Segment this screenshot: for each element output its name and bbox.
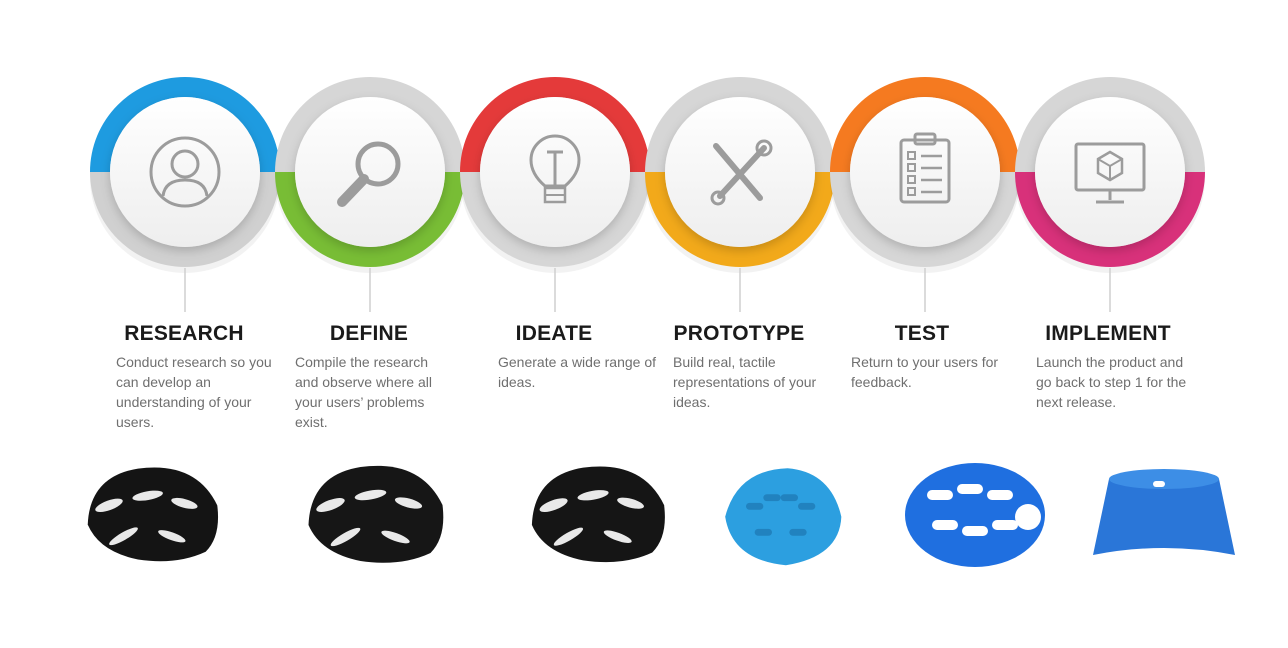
step-title: IDEATE — [515, 322, 593, 345]
step-title: PROTOTYPE — [673, 322, 805, 345]
helmet-photo-6 — [1093, 469, 1235, 555]
step-description: Generate a wide range of ideas. — [498, 354, 656, 390]
helmet-photo-5 — [905, 463, 1045, 567]
step-description: Launch the product and go back to step 1… — [1036, 354, 1187, 410]
step-text-research: RESEARCH Conduct research so you can deve… — [116, 322, 276, 432]
step-title: RESEARCH — [124, 322, 244, 345]
step-disc — [850, 97, 1000, 247]
step-description: Compile the research and observe where a… — [295, 354, 432, 430]
step-text-prototype: PROTOTYPE Build real, tactile representat… — [673, 322, 833, 412]
step-text-test: TEST Return to your users for feedback. — [851, 322, 1011, 392]
step-description: Build real, tactile representations of y… — [673, 354, 817, 410]
helmet-photo-1 — [87, 467, 219, 562]
step-title: IMPLEMENT — [1045, 322, 1171, 345]
step-disc — [295, 97, 445, 247]
step-disc — [110, 97, 260, 247]
step-text-ideate: IDEATE Generate a wide range of ideas. — [498, 322, 658, 392]
step-title: TEST — [894, 322, 950, 345]
step-description: Return to your users for feedback. — [851, 354, 999, 390]
helmet-photo-2 — [308, 465, 444, 563]
step-title: DEFINE — [329, 322, 409, 345]
step-text-implement: IMPLEMENT Launch the product and go back … — [1036, 322, 1196, 412]
step-text-define: DEFINE Compile the research and observe w… — [295, 322, 455, 432]
step-description: Conduct research so you can develop an u… — [116, 354, 272, 430]
helmet-photo-3 — [531, 466, 665, 563]
helmet-photo-4 — [725, 468, 842, 566]
